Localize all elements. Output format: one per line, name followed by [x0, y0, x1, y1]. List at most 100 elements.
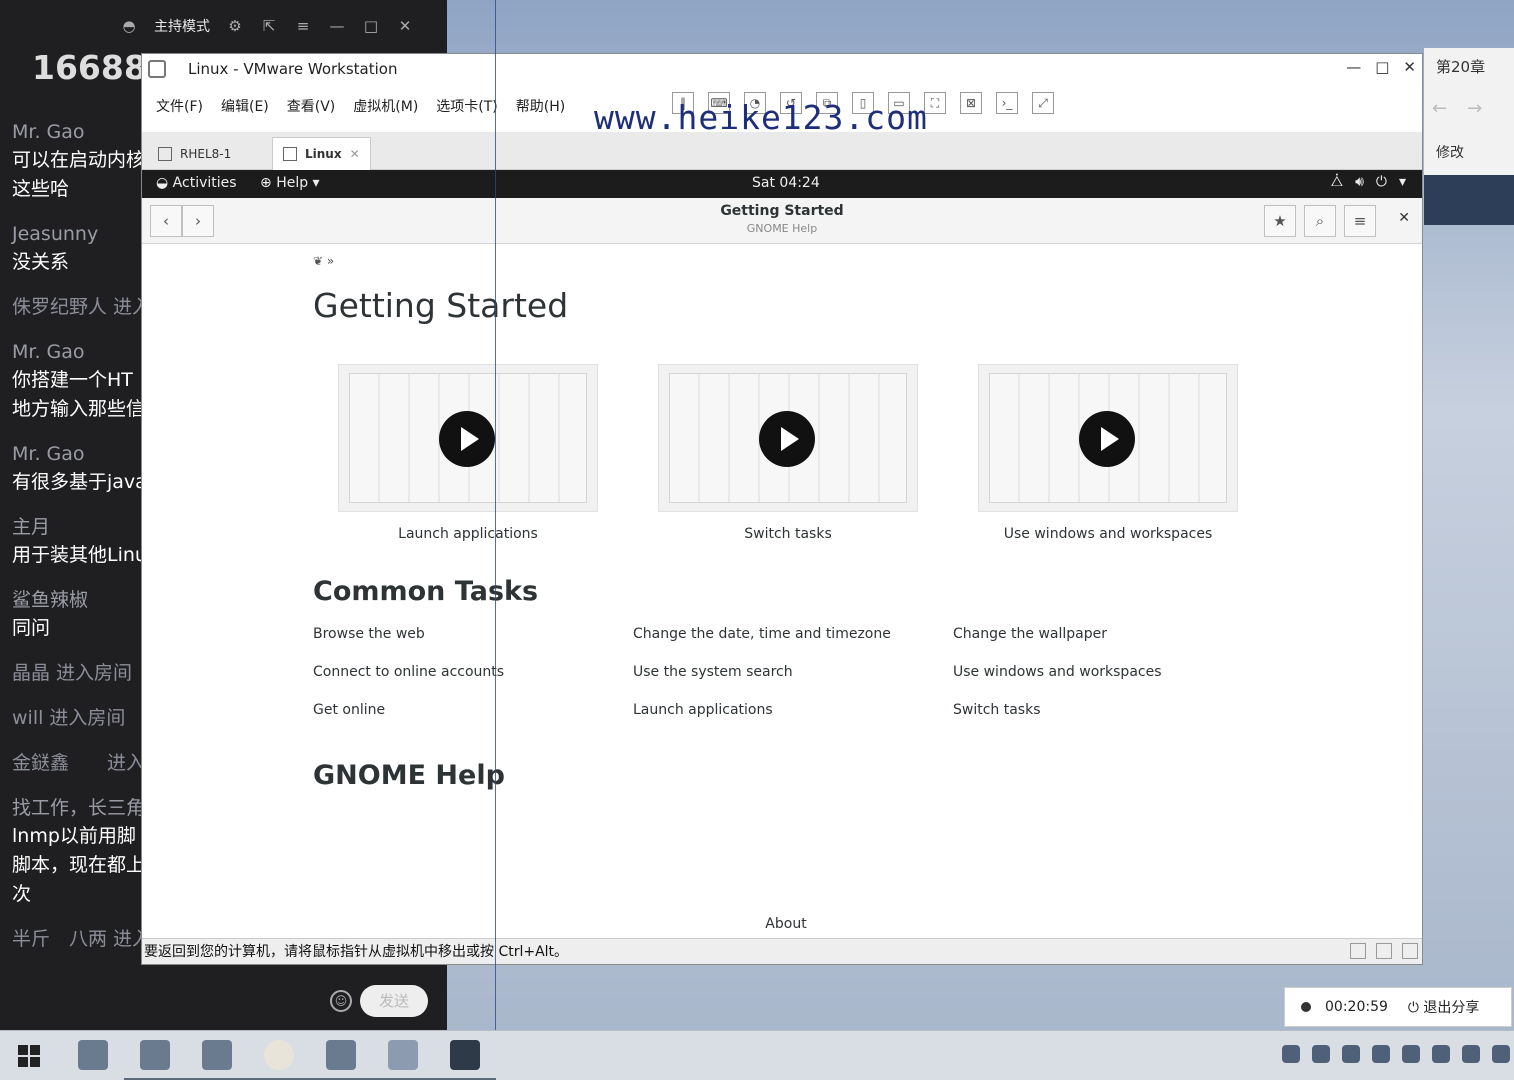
- menu-vm[interactable]: 虚拟机(M): [353, 96, 418, 116]
- close-icon[interactable]: ✕: [396, 17, 414, 35]
- tab-linux[interactable]: Linux ✕: [272, 137, 371, 170]
- clock[interactable]: Sat 04:24: [752, 175, 820, 191]
- forward-arrow-icon[interactable]: →: [1467, 98, 1482, 119]
- vmware-logo-icon: [148, 60, 166, 78]
- gnome-top-bar: ◒ Activities ⊕ Help ▾ Sat 04:24 ⧊ 🔊︎ ⏻ ▾: [142, 170, 1422, 198]
- message-icon[interactable]: [1402, 943, 1418, 959]
- tray-icon[interactable]: [1372, 1045, 1390, 1063]
- back-arrow-icon[interactable]: ←: [1432, 98, 1447, 119]
- play-icon[interactable]: [1079, 411, 1135, 467]
- menu-edit[interactable]: 编辑(E): [221, 96, 269, 116]
- menu-view[interactable]: 查看(V): [287, 96, 336, 116]
- tray-icon[interactable]: [1282, 1045, 1300, 1063]
- task-link[interactable]: Change the date, time and timezone: [633, 626, 933, 664]
- task-link[interactable]: Connect to online accounts: [313, 664, 613, 702]
- close-icon[interactable]: ✕: [1403, 58, 1416, 76]
- system-tray[interactable]: ⧊ 🔊︎ ⏻ ▾: [1331, 174, 1406, 190]
- pen-tool-icon[interactable]: [372, 1040, 434, 1080]
- minimize-icon[interactable]: —: [1346, 58, 1361, 76]
- search-icon[interactable]: ⌕: [1304, 205, 1336, 237]
- chat-app-icon[interactable]: [248, 1040, 310, 1080]
- emoji-icon[interactable]: ☺: [330, 990, 352, 1012]
- edit-button[interactable]: 修改: [1436, 142, 1464, 162]
- task-link[interactable]: Browse the web: [313, 626, 613, 664]
- tray-icon[interactable]: [1312, 1045, 1330, 1063]
- display-icon[interactable]: [1376, 943, 1392, 959]
- about-link[interactable]: About: [313, 916, 1259, 932]
- tray-icon[interactable]: [1402, 1045, 1420, 1063]
- message-text: 有很多基于java: [12, 471, 147, 493]
- task-link[interactable]: Switch tasks: [953, 702, 1253, 740]
- status-bar: 要返回到您的计算机，请将鼠标指针从虚拟机中移出或按 Ctrl+Alt。: [142, 938, 1422, 964]
- browser-icon[interactable]: [124, 1040, 186, 1080]
- console-icon[interactable]: ›_: [996, 92, 1018, 114]
- system-message: will 进入房间: [12, 707, 126, 729]
- power-icon: ⏻: [1375, 174, 1387, 190]
- video-thumbnail: [978, 364, 1238, 512]
- stretch-icon[interactable]: ⤢: [1032, 92, 1054, 114]
- video-launch-applications[interactable]: Launch applications: [338, 364, 598, 542]
- menu-file[interactable]: 文件(F): [156, 96, 203, 116]
- play-icon[interactable]: [439, 411, 495, 467]
- system-message: 晶晶 进入房间: [12, 662, 133, 684]
- activities-button[interactable]: ◒ Activities: [156, 175, 237, 191]
- stop-share-button[interactable]: ⏻ 退出分享: [1408, 997, 1480, 1017]
- header-title: Getting Started: [720, 203, 844, 219]
- tab-label: Linux: [305, 147, 342, 161]
- volume-icon: 🔊︎: [1355, 174, 1364, 190]
- vm-icon: [158, 146, 172, 161]
- tray-icon[interactable]: [1432, 1045, 1450, 1063]
- breadcrumb[interactable]: ❦ »: [313, 254, 334, 268]
- menu-tabs[interactable]: 选项卡(T): [436, 96, 497, 116]
- file-explorer-icon[interactable]: [78, 1040, 108, 1070]
- task-link[interactable]: Get online: [313, 702, 613, 740]
- network-adapter-icon[interactable]: [1350, 943, 1366, 959]
- vmware-icon[interactable]: [186, 1040, 248, 1080]
- side-window-strip: [1424, 175, 1514, 225]
- video-windows-workspaces[interactable]: Use windows and workspaces: [978, 364, 1238, 542]
- tray-icon[interactable]: [1462, 1045, 1480, 1063]
- close-icon[interactable]: ✕: [1398, 210, 1410, 226]
- window-title: Linux - VMware Workstation: [188, 60, 398, 78]
- tray-icon[interactable]: [1342, 1045, 1360, 1063]
- windows-start-icon[interactable]: [18, 1045, 40, 1067]
- menu-icon[interactable]: ≡: [1344, 205, 1376, 237]
- avatar-icon: ◓: [122, 17, 136, 35]
- settings-icon[interactable]: ⚙: [226, 17, 244, 35]
- video-caption: Launch applications: [398, 526, 538, 542]
- editor-icon[interactable]: [310, 1040, 372, 1080]
- unity-icon[interactable]: ⊠: [960, 92, 982, 114]
- recording-indicator: 00:20:59 ⏻ 退出分享: [1284, 987, 1512, 1027]
- guest-screen[interactable]: ◒ Activities ⊕ Help ▾ Sat 04:24 ⧊ 🔊︎ ⏻ ▾…: [142, 170, 1422, 940]
- popout-icon[interactable]: ⇱: [260, 17, 278, 35]
- message-text: 脚本，现在都上: [12, 854, 146, 876]
- host-mode-label[interactable]: 主持模式: [154, 16, 210, 36]
- message-text: 次: [12, 883, 32, 905]
- message-text: 用于装其他Linu: [12, 544, 147, 566]
- minimize-icon[interactable]: —: [328, 17, 346, 35]
- task-link[interactable]: Use the system search: [633, 664, 933, 702]
- vmware-titlebar: Linux - VMware Workstation — □ ✕: [142, 54, 1422, 84]
- message-user: Mr. Gao: [12, 341, 85, 363]
- message-user: Mr. Gao: [12, 443, 85, 465]
- terminal-app-icon[interactable]: [434, 1040, 496, 1080]
- video-switch-tasks[interactable]: Switch tasks: [658, 364, 918, 542]
- menu-help[interactable]: 帮助(H): [516, 96, 565, 116]
- send-button[interactable]: 发送: [360, 985, 428, 1017]
- tray-icon[interactable]: [1492, 1045, 1510, 1063]
- task-link[interactable]: Use windows and workspaces: [953, 664, 1253, 702]
- app-menu[interactable]: ⊕ Help ▾: [260, 175, 320, 191]
- maximize-icon[interactable]: □: [362, 17, 380, 35]
- menu-icon[interactable]: ≡: [294, 17, 312, 35]
- video-thumbnail: [338, 364, 598, 512]
- bookmark-icon[interactable]: ★: [1264, 205, 1296, 237]
- tab-rhel8-1[interactable]: RHEL8-1: [148, 137, 241, 170]
- task-column: Browse the web Connect to online account…: [313, 626, 613, 740]
- task-link[interactable]: Change the wallpaper: [953, 626, 1253, 664]
- maximize-icon[interactable]: □: [1375, 58, 1389, 76]
- close-tab-icon[interactable]: ✕: [350, 147, 360, 161]
- page-title: Getting Started: [313, 286, 569, 325]
- vmware-window: Linux - VMware Workstation — □ ✕ 文件(F) 编…: [141, 53, 1423, 965]
- task-link[interactable]: Launch applications: [633, 702, 933, 740]
- play-icon[interactable]: [759, 411, 815, 467]
